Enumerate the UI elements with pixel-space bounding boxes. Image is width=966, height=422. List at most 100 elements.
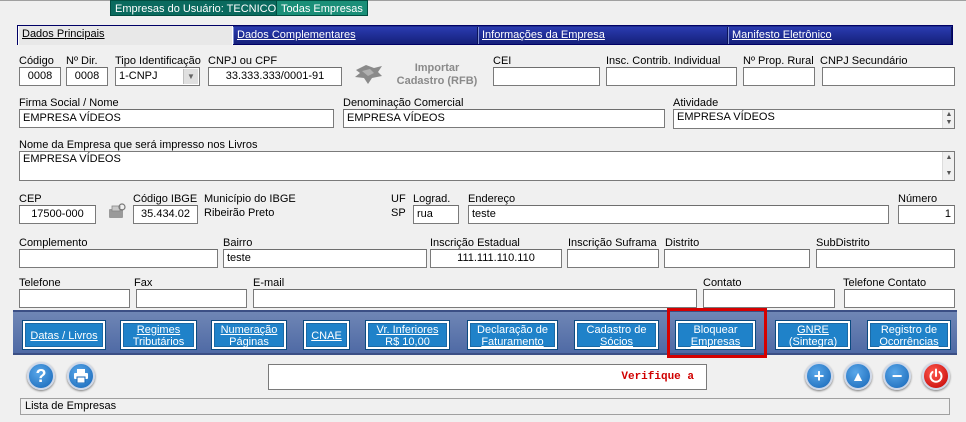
tipo-identificacao-value: 1-CNPJ: [119, 70, 158, 82]
insc-contrib-label: Insc. Contrib. Individual: [606, 55, 721, 67]
uf-label: UF: [391, 193, 406, 205]
atividade-scrollbar[interactable]: ▲ ▼: [942, 110, 954, 128]
codigo-ibge-label: Código IBGE: [133, 193, 198, 205]
tab-manifesto-eletronico[interactable]: Manifesto Eletrônico: [728, 27, 952, 44]
gnre-sintegra-button[interactable]: GNRE (Sintegra): [775, 320, 851, 350]
plus-icon[interactable]: +: [805, 362, 833, 390]
chevron-down-icon[interactable]: ▼: [183, 69, 198, 84]
printer-icon[interactable]: [67, 362, 95, 390]
bairro-field[interactable]: teste: [223, 249, 427, 268]
n-dir-label: Nº Dir.: [66, 55, 98, 67]
button-label: Registro de: [880, 324, 938, 336]
fax-field[interactable]: [136, 289, 247, 308]
lograd-field[interactable]: rua: [413, 205, 459, 224]
contato-field[interactable]: [703, 289, 835, 308]
minus-icon[interactable]: −: [883, 362, 911, 390]
codigo-field[interactable]: 0008: [19, 67, 61, 86]
telefone-label: Telefone: [19, 277, 61, 289]
tipo-identificacao-select[interactable]: 1-CNPJ ▼: [115, 67, 200, 86]
power-glyph-icon: [929, 368, 943, 383]
email-field[interactable]: [253, 289, 697, 308]
n-dir-field[interactable]: 0008: [66, 67, 108, 86]
endereco-label: Endereço: [468, 193, 516, 205]
cadastro-socios-button[interactable]: Cadastro de Sócios: [574, 320, 659, 350]
power-icon[interactable]: [922, 362, 950, 390]
atividade-field[interactable]: EMPRESA VÍDEOS ▲ ▼: [673, 109, 955, 129]
button-label: GNRE: [797, 324, 829, 336]
bloquear-empresas-highlight: [667, 308, 767, 358]
prop-rural-field[interactable]: [743, 67, 815, 86]
firma-social-field[interactable]: EMPRESA VÍDEOS: [19, 109, 334, 128]
vr-inferiores-button[interactable]: Vr. Inferiores R$ 10,00: [365, 320, 450, 350]
endereco-field[interactable]: teste: [468, 205, 889, 224]
distrito-field[interactable]: [664, 249, 810, 268]
search-cep-icon[interactable]: [107, 202, 127, 220]
filter-user-companies-tab[interactable]: Empresas do Usuário: TECNICO: [110, 0, 282, 16]
tab-label: Dados Complementares: [237, 29, 356, 41]
filter-all-companies-tab[interactable]: Todas Empresas: [276, 0, 368, 16]
lograd-label: Lograd.: [413, 193, 451, 205]
firma-social-label: Firma Social / Nome: [19, 97, 119, 109]
numero-field[interactable]: 1: [898, 205, 955, 224]
button-label: CNAE: [311, 330, 342, 342]
complemento-label: Complemento: [19, 237, 88, 249]
nome-livros-field[interactable]: EMPRESA VÍDEOS ▲ ▼: [19, 151, 955, 181]
button-label: Tributários: [132, 336, 185, 348]
button-label: Numeração: [220, 324, 278, 336]
bairro-label: Bairro: [223, 237, 253, 249]
complemento-field[interactable]: [19, 249, 218, 268]
rfb-logo-icon: [355, 65, 382, 84]
tab-dados-complementares[interactable]: Dados Complementares: [233, 27, 478, 44]
telefone-contato-label: Telefone Contato: [843, 277, 927, 289]
scroll-down-icon[interactable]: ▼: [944, 170, 954, 178]
tab-label: Dados Principais: [22, 28, 105, 40]
cnpj-secundario-field[interactable]: [822, 67, 955, 86]
municipio-ibge-label: Município do IBGE: [204, 193, 296, 205]
telefone-field[interactable]: [19, 289, 130, 308]
codigo-label: Código: [19, 55, 54, 67]
scroll-down-icon[interactable]: ▼: [944, 119, 954, 127]
numero-label: Número: [898, 193, 938, 205]
denominacao-label: Denominação Comercial: [343, 97, 464, 109]
cnae-button[interactable]: CNAE: [303, 320, 350, 350]
cnpj-cpf-field[interactable]: 33.333.333/0001-91: [208, 67, 342, 86]
uf-value: SP: [391, 207, 406, 219]
datas-livros-button[interactable]: Datas / Livros: [22, 320, 106, 350]
insc-contrib-field[interactable]: [606, 67, 737, 86]
scroll-up-icon[interactable]: ▲: [944, 111, 954, 119]
codigo-ibge-field[interactable]: 35.434.02: [133, 205, 198, 224]
cep-label: CEP: [19, 193, 42, 205]
scroll-up-icon[interactable]: ▲: [944, 154, 954, 162]
importar-label: Importar Cadastro (RFB): [392, 62, 482, 88]
button-label: Cadastro de: [586, 324, 647, 336]
telefone-contato-field[interactable]: [844, 289, 955, 308]
registro-ocorrencias-button[interactable]: Registro de Ocorrências: [867, 320, 951, 350]
denominacao-field[interactable]: EMPRESA VÍDEOS: [343, 109, 665, 128]
arrow-up-icon[interactable]: ▲: [844, 362, 872, 390]
regimes-tributarios-button[interactable]: Regimes Tributários: [120, 320, 197, 350]
importar-cadastro-button[interactable]: Importar Cadastro (RFB): [352, 60, 488, 90]
tab-dados-principais[interactable]: Dados Principais: [18, 26, 233, 45]
button-label: Faturamento: [481, 336, 544, 348]
cei-field[interactable]: [493, 67, 600, 86]
prop-rural-label: Nº Prop. Rural: [743, 55, 814, 67]
button-label: Páginas: [229, 336, 269, 348]
question-icon[interactable]: ?: [27, 362, 55, 390]
nome-livros-scrollbar[interactable]: ▲ ▼: [942, 152, 954, 180]
subdistrito-label: SubDistrito: [816, 237, 870, 249]
insc-estadual-field[interactable]: 111.111.110.110: [430, 249, 562, 268]
status-bar: Lista de Empresas: [20, 398, 950, 415]
cep-field[interactable]: 17500-000: [19, 205, 96, 224]
subdistrito-field[interactable]: [816, 249, 955, 268]
tipo-identificacao-label: Tipo Identificação: [115, 55, 201, 67]
municipio-ibge-value: Ribeirão Preto: [204, 207, 275, 219]
declaracao-faturamento-button[interactable]: Declaração de Faturamento: [467, 320, 558, 350]
insc-suframa-field[interactable]: [567, 249, 659, 268]
numeracao-paginas-button[interactable]: Numeração Páginas: [211, 320, 287, 350]
nome-livros-label: Nome da Empresa que será impresso nos Li…: [19, 139, 258, 151]
tab-informacoes-empresa[interactable]: Informações da Empresa: [478, 27, 728, 44]
atividade-label: Atividade: [673, 97, 719, 109]
contato-label: Contato: [703, 277, 742, 289]
nome-livros-value: EMPRESA VÍDEOS: [23, 153, 121, 165]
tab-label: Informações da Empresa: [482, 29, 605, 41]
